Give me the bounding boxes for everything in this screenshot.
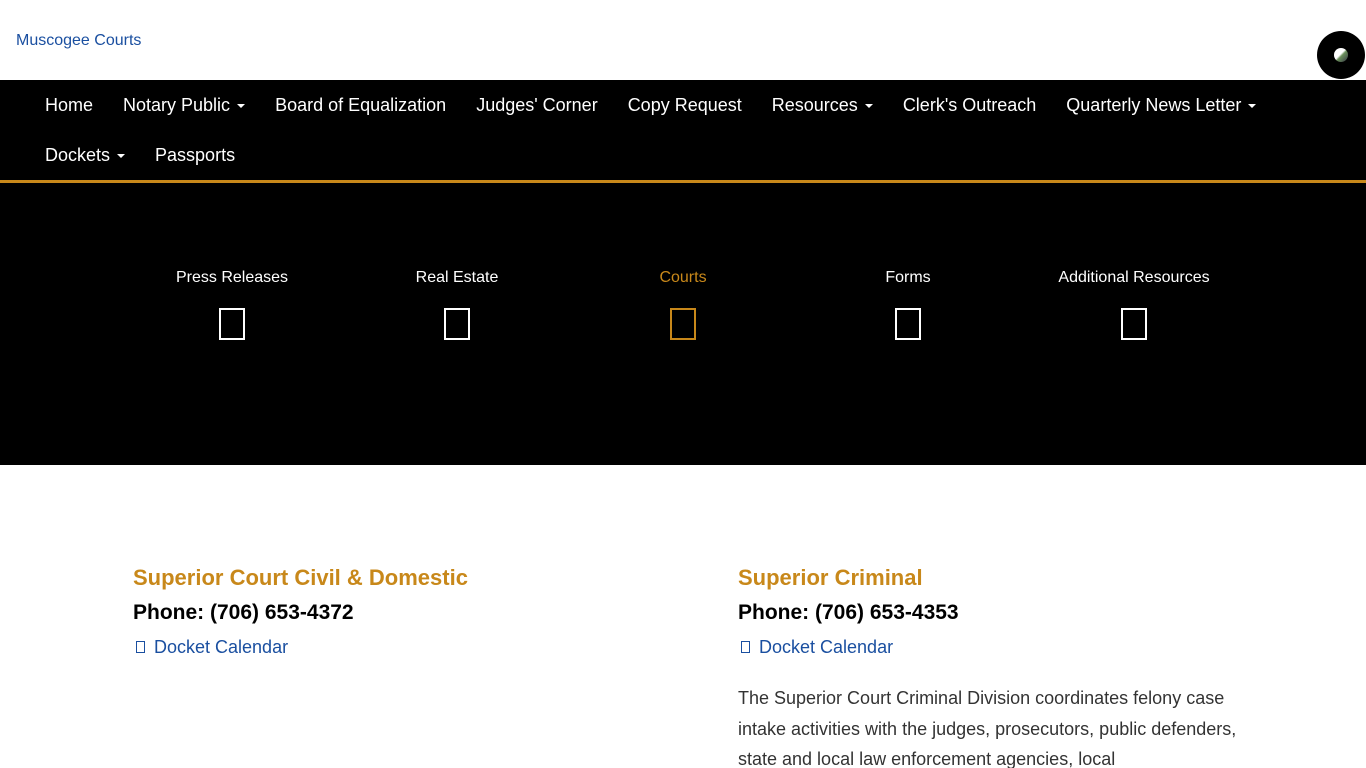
nav-item-label: Home xyxy=(45,94,94,115)
nav-item-label: Copy Request xyxy=(627,94,742,115)
nav-item-resources[interactable]: Resources xyxy=(757,95,888,116)
nav-item-label: Resources xyxy=(771,94,858,115)
caret-down-icon xyxy=(1248,104,1257,108)
site-logo-link[interactable]: Muscogee Courts xyxy=(15,32,141,50)
docket-calendar-label: Docket Calendar xyxy=(154,637,289,657)
press-releases-icon xyxy=(219,308,245,340)
docket-calendar-link[interactable]: Docket Calendar xyxy=(133,635,653,659)
nav-row-1: Home Notary Public Board of Equalization… xyxy=(30,80,1271,130)
quick-link-label: Courts xyxy=(659,269,707,286)
forms-icon xyxy=(895,308,921,340)
caret-down-icon xyxy=(864,104,873,108)
quick-link-courts[interactable]: Courts xyxy=(573,269,793,340)
real-estate-icon xyxy=(444,308,470,340)
courts-icon xyxy=(670,308,696,340)
quick-link-label: Additional Resources xyxy=(1058,269,1210,286)
nav-item-clerks-outreach[interactable]: Clerk's Outreach xyxy=(888,95,1051,116)
nav-item-label: Notary Public xyxy=(123,94,231,115)
phone-number: Phone: (706) 653-4353 xyxy=(738,601,959,624)
globe-icon xyxy=(1334,48,1348,62)
section-description: The Superior Court Criminal Division coo… xyxy=(738,688,1237,768)
quick-link-label: Forms xyxy=(885,269,931,286)
main-navigation: Home Notary Public Board of Equalization… xyxy=(0,80,1366,183)
calendar-icon xyxy=(136,641,145,653)
nav-item-label: Judges' Corner xyxy=(476,94,598,115)
account-button[interactable] xyxy=(1317,31,1365,79)
quick-links-banner: Press Releases Real Estate Courts Forms … xyxy=(0,183,1366,465)
caret-down-icon xyxy=(117,154,126,158)
quick-link-real-estate[interactable]: Real Estate xyxy=(347,269,567,340)
nav-item-label: Board of Equalization xyxy=(275,94,447,115)
section-title: Superior Court Civil & Domestic xyxy=(133,565,468,590)
nav-item-copy-request[interactable]: Copy Request xyxy=(613,95,757,116)
nav-item-notary-public[interactable]: Notary Public xyxy=(108,95,260,116)
docket-calendar-label: Docket Calendar xyxy=(759,637,894,657)
site-header: Muscogee Courts xyxy=(0,0,1366,80)
section-superior-criminal: Superior Criminal Phone: (706) 653-4353 … xyxy=(738,563,1258,768)
nav-item-judges-corner[interactable]: Judges' Corner xyxy=(461,95,613,116)
quick-link-additional-resources[interactable]: Additional Resources xyxy=(1024,269,1244,340)
section-title: Superior Criminal xyxy=(738,565,923,590)
docket-calendar-link[interactable]: Docket Calendar xyxy=(738,635,1258,659)
nav-item-quarterly-news-letter[interactable]: Quarterly News Letter xyxy=(1051,95,1271,116)
nav-item-home[interactable]: Home xyxy=(30,95,108,116)
nav-item-label: Dockets xyxy=(45,144,111,165)
caret-down-icon xyxy=(237,104,246,108)
phone-number: Phone: (706) 653-4372 xyxy=(133,601,354,624)
nav-item-board-of-equalization[interactable]: Board of Equalization xyxy=(260,95,461,116)
logo-alt-text: Muscogee Courts xyxy=(16,32,142,49)
quick-link-press-releases[interactable]: Press Releases xyxy=(122,269,342,340)
quick-link-label: Press Releases xyxy=(175,269,289,286)
nav-item-label: Clerk's Outreach xyxy=(902,94,1037,115)
calendar-icon xyxy=(741,641,750,653)
section-superior-court-civil: Superior Court Civil & Domestic Phone: (… xyxy=(133,563,653,659)
additional-resources-icon xyxy=(1121,308,1147,340)
quick-link-forms[interactable]: Forms xyxy=(798,269,1018,340)
nav-item-label: Passports xyxy=(155,144,236,165)
quick-link-label: Real Estate xyxy=(415,269,499,286)
nav-item-dockets[interactable]: Dockets xyxy=(30,145,140,166)
nav-item-label: Quarterly News Letter xyxy=(1066,94,1242,115)
nav-item-passports[interactable]: Passports xyxy=(140,145,250,166)
nav-row-2: Dockets Passports xyxy=(30,130,250,180)
